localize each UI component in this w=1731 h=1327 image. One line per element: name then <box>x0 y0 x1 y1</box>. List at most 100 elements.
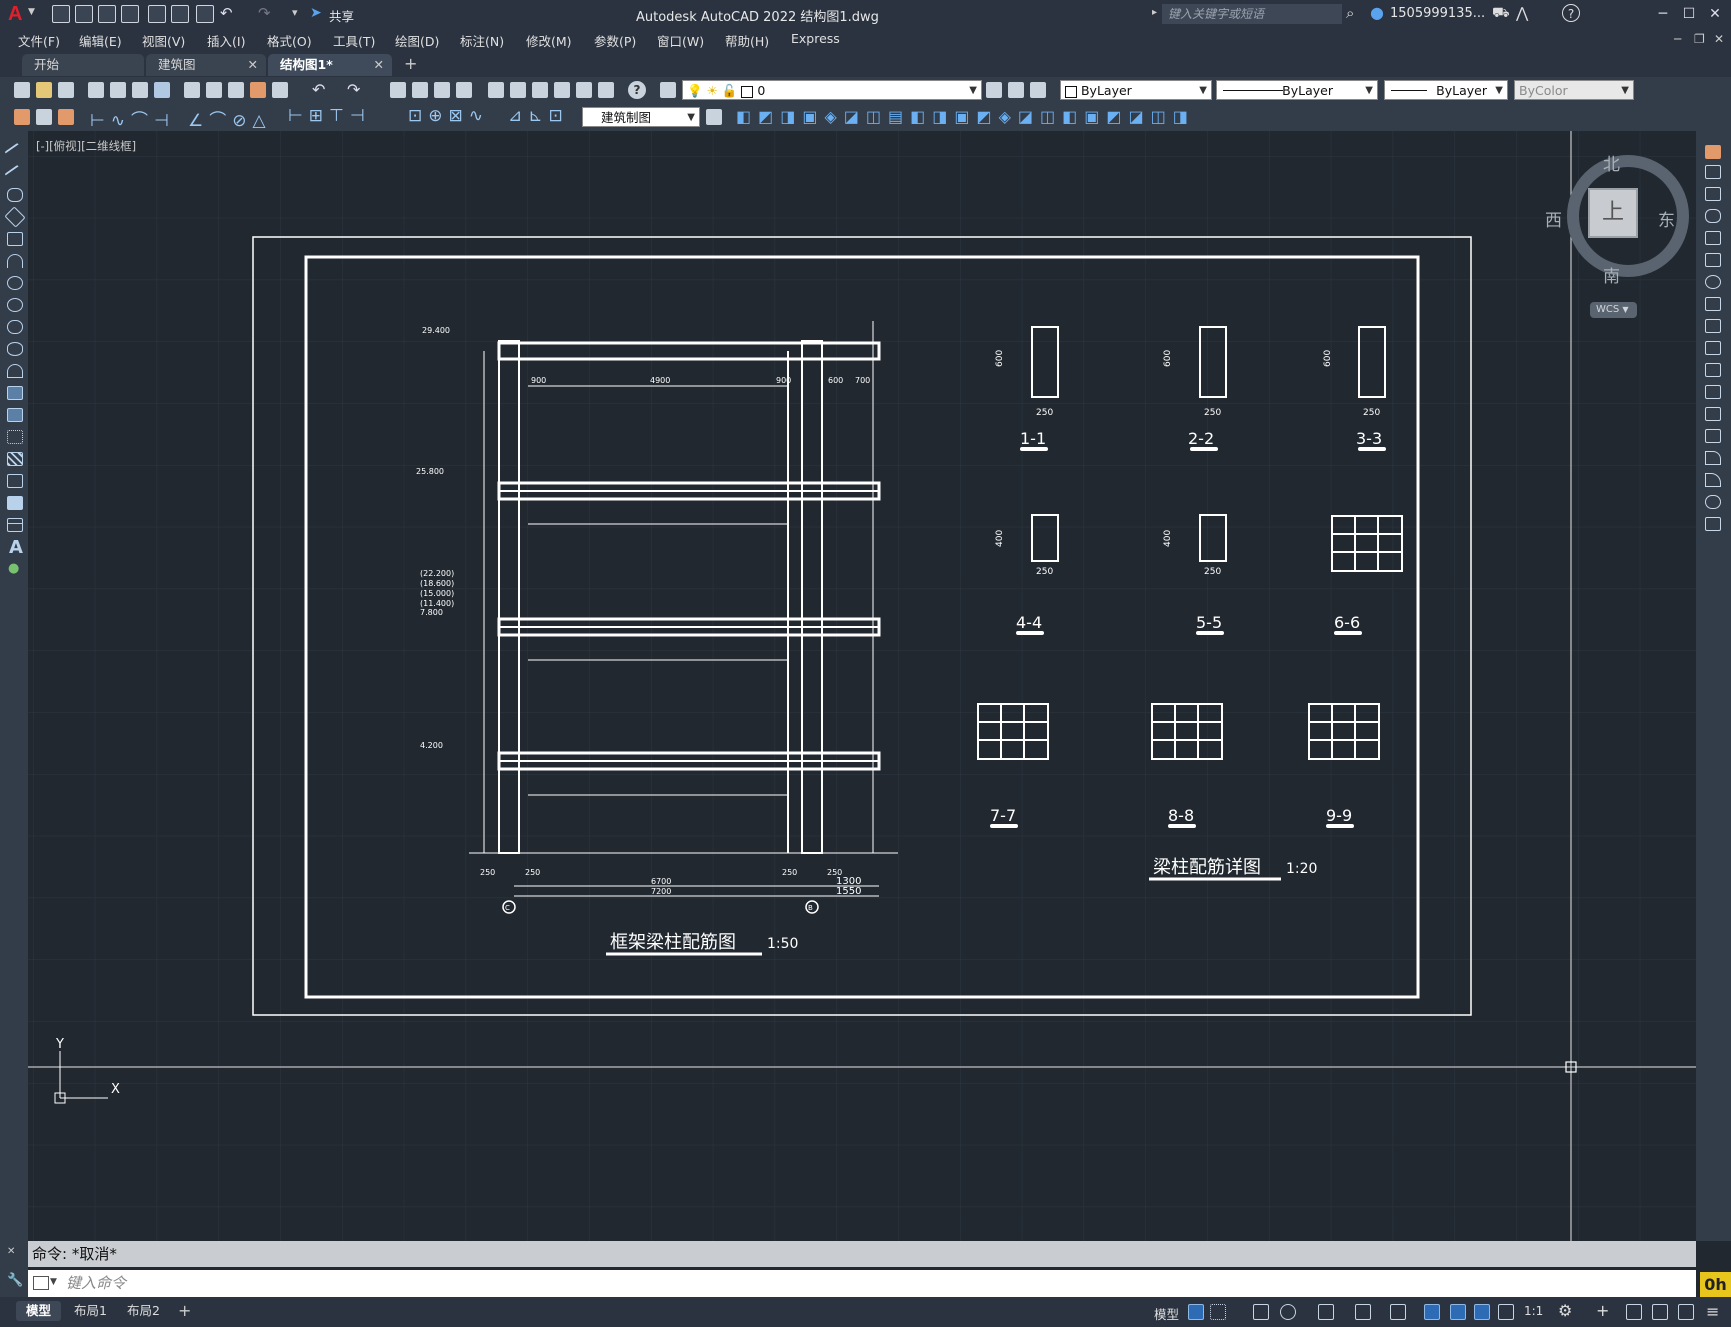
viewcube-top-face[interactable]: 上 <box>1588 188 1638 238</box>
polyline-icon[interactable] <box>7 188 23 202</box>
circle-icon[interactable] <box>7 276 23 290</box>
zoom-window-icon[interactable] <box>434 82 450 98</box>
3d-dwf-icon[interactable] <box>154 82 170 98</box>
doc-close-button[interactable]: ✕ <box>1714 32 1724 46</box>
new-tab-button[interactable]: + <box>404 54 417 73</box>
qnew-icon[interactable] <box>14 82 30 98</box>
blend-curves-icon[interactable] <box>1705 495 1721 509</box>
selection-cycling-icon[interactable] <box>1474 1304 1490 1320</box>
annotation-monitor-icon[interactable]: + <box>1596 1301 1609 1320</box>
calculator-icon[interactable] <box>598 82 614 98</box>
object-snap-icon[interactable] <box>1390 1304 1406 1320</box>
user-icon[interactable]: ● <box>1370 3 1384 22</box>
close-window-button[interactable]: ✕ <box>1704 4 1726 24</box>
hardware-acceleration-icon[interactable] <box>1652 1304 1668 1320</box>
tab-layout2[interactable]: 布局2 <box>117 1301 170 1321</box>
tab-start[interactable]: 开始 <box>22 54 144 76</box>
transparency-toggle-icon[interactable] <box>1450 1304 1466 1320</box>
layer-dropdown[interactable]: 💡 ☀ 🔓 0 ▼ <box>682 80 982 100</box>
dimension-tools-icons[interactable]: ⊢∿⌒⊣ <box>90 106 175 131</box>
snap-toggle-icon[interactable] <box>1210 1304 1226 1320</box>
save-icon[interactable] <box>98 5 116 23</box>
tab-layout1[interactable]: 布局1 <box>64 1301 117 1321</box>
tab-building-drawing[interactable]: 建筑图 ✕ <box>146 54 266 76</box>
menu-modify[interactable]: 修改(M) <box>526 31 572 50</box>
trim-icon[interactable] <box>1705 341 1721 355</box>
bring-front-icon[interactable] <box>36 109 52 125</box>
close-command-icon[interactable]: ✕ <box>7 1246 15 1257</box>
make-current-layer-icon[interactable] <box>986 82 1002 98</box>
viewcube-north[interactable]: 北 <box>1603 150 1620 175</box>
redo-icon[interactable]: ↷ <box>347 80 360 99</box>
pan-icon[interactable] <box>390 82 406 98</box>
menu-edit[interactable]: 编辑(E) <box>79 31 122 50</box>
annotation-scale[interactable]: 1:1 <box>1524 1304 1543 1318</box>
plot-icon[interactable] <box>196 5 214 23</box>
viewcube-east[interactable]: 东 <box>1658 206 1675 231</box>
save-web-icon[interactable] <box>171 5 189 23</box>
minimize-button[interactable]: ─ <box>1652 4 1674 24</box>
share-button[interactable]: 共享 <box>329 6 354 25</box>
help-icon[interactable]: ? <box>628 81 646 99</box>
dimstyle-manager-icon[interactable] <box>706 109 722 125</box>
menu-window[interactable]: 窗口(W) <box>657 31 704 50</box>
menu-parametric[interactable]: 参数(P) <box>594 31 636 50</box>
command-input[interactable]: 键入命令 <box>28 1270 1696 1297</box>
mirror-icon[interactable] <box>1705 187 1721 201</box>
spline-icon[interactable] <box>7 320 23 334</box>
line-icon[interactable] <box>4 142 26 164</box>
menu-draw[interactable]: 绘图(D) <box>395 31 439 50</box>
ellipse-icon[interactable] <box>7 342 23 356</box>
plotstyle-dropdown[interactable]: ByColor ▼ <box>1514 80 1634 100</box>
paste-icon[interactable] <box>228 82 244 98</box>
view-tools-icons[interactable]: ◧◩◨▣◈◪◫▤◧◨▣◩◈◪◫◧▣◩◪◫◨ <box>736 107 1195 126</box>
lineweight-toggle-icon[interactable] <box>1424 1304 1440 1320</box>
menu-express[interactable]: Express <box>791 31 840 46</box>
customization-menu-icon[interactable]: ≡ <box>1706 1302 1719 1321</box>
viewport-controls[interactable]: [-][俯视][二维线框] <box>36 138 136 154</box>
make-block-icon[interactable] <box>7 408 23 422</box>
send-back-icon[interactable] <box>58 109 74 125</box>
polygon-icon[interactable] <box>4 206 26 228</box>
menu-file[interactable]: 文件(F) <box>18 31 60 50</box>
search-input[interactable]: 键入关键字或短语 <box>1162 4 1342 24</box>
search-expand-icon[interactable]: ▸ <box>1152 7 1157 18</box>
break-at-point-icon[interactable] <box>1705 385 1721 399</box>
break-icon[interactable] <box>1705 407 1721 421</box>
help-icon[interactable]: ? <box>1562 4 1580 22</box>
scale-icon[interactable] <box>1705 297 1721 311</box>
clean-screen-icon[interactable] <box>1678 1304 1694 1320</box>
explode-icon[interactable] <box>1705 517 1721 531</box>
dimstyle-dropdown[interactable]: 建筑制图 ▼ <box>582 107 700 127</box>
user-name[interactable]: 1505999135... <box>1390 6 1485 21</box>
move-icon[interactable] <box>1705 253 1721 267</box>
region-icon[interactable] <box>7 496 23 510</box>
join-icon[interactable] <box>1705 429 1721 443</box>
tool-palettes-icon[interactable] <box>532 82 548 98</box>
properties-icon[interactable] <box>488 82 504 98</box>
new-file-icon[interactable] <box>52 5 70 23</box>
zoom-previous-icon[interactable] <box>456 82 472 98</box>
match-properties-icon[interactable] <box>250 82 266 98</box>
lineweight-dropdown[interactable]: ByLayer ▼ <box>1384 80 1508 100</box>
app-menu-caret-icon[interactable]: ▼ <box>28 7 35 17</box>
erase-icon[interactable] <box>1705 145 1721 159</box>
open-icon[interactable] <box>36 82 52 98</box>
rectangle-icon[interactable] <box>7 232 23 246</box>
cart-icon[interactable]: ⛟ <box>1492 5 1510 23</box>
tab-model[interactable]: 模型 <box>16 1301 62 1321</box>
menu-tools[interactable]: 工具(T) <box>333 31 375 50</box>
hatch-icon[interactable] <box>7 452 23 466</box>
chevron-down-icon[interactable]: ▼ <box>50 1277 57 1287</box>
command-line-grip[interactable]: ✕ 🔧 <box>0 1241 28 1297</box>
block-editor-icon[interactable] <box>272 82 288 98</box>
tab-structure-drawing[interactable]: 结构图1* ✕ <box>268 54 392 76</box>
viewcube-west[interactable]: 西 <box>1545 206 1562 231</box>
stretch-icon[interactable] <box>1705 319 1721 333</box>
drawing-canvas[interactable]: 29.400 25.800 (22.200) (18.600) (15.000)… <box>28 131 1696 1241</box>
autocad-logo-button[interactable]: A <box>8 3 22 26</box>
undo-icon[interactable]: ↶ <box>220 4 233 22</box>
color-dropdown[interactable]: ByLayer ▼ <box>1060 80 1212 100</box>
customize-wrench-icon[interactable]: 🔧 <box>7 1273 23 1288</box>
doc-minimize-button[interactable]: ─ <box>1674 32 1681 46</box>
